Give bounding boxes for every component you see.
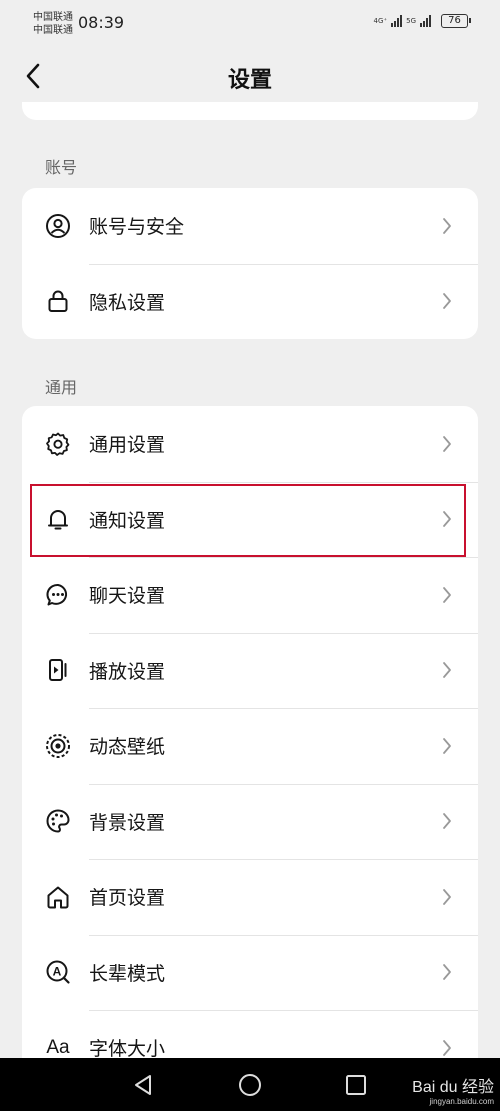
row-homepage-settings[interactable]: 首页设置 [22, 859, 478, 935]
chevron-right-icon [443, 435, 451, 452]
chevron-right-icon [443, 737, 451, 754]
palette-icon [44, 807, 72, 835]
chevron-right-icon [443, 888, 451, 905]
home-icon [44, 883, 72, 911]
signal-bars-1-icon [391, 15, 403, 27]
chevron-right-icon [443, 964, 451, 981]
nav-home-icon[interactable] [237, 1072, 263, 1098]
network-type-2: 5G [406, 16, 416, 25]
row-account-security[interactable]: 账号与安全 [22, 188, 478, 264]
row-label: 背景设置 [89, 811, 166, 834]
row-label: 聊天设置 [89, 585, 166, 608]
row-playback-settings[interactable]: 播放设置 [22, 632, 478, 709]
row-label: 通用设置 [89, 434, 166, 457]
carrier-1: 中国联通 [33, 12, 73, 23]
row-label: 隐私设置 [89, 291, 166, 314]
row-general-settings[interactable]: 通用设置 [22, 406, 478, 482]
row-label: 通知设置 [89, 509, 166, 532]
section-title-general: 通用 [45, 378, 78, 397]
previous-card-edge [22, 102, 478, 120]
row-label: 长辈模式 [89, 962, 166, 985]
system-nav-bar: Bai du 经验 jingyan.baidu.com [0, 1058, 500, 1111]
row-label: 动态壁纸 [89, 736, 166, 759]
nav-bar: 设置 [0, 50, 500, 102]
chevron-right-icon [443, 511, 451, 528]
chat-bubble-icon [44, 581, 72, 609]
elder-mode-icon: A [44, 958, 72, 986]
row-dynamic-wallpaper[interactable]: 动态壁纸 [22, 708, 478, 784]
row-chat-settings[interactable]: 聊天设置 [22, 557, 478, 633]
status-time: 08:39 [78, 13, 125, 32]
chevron-right-icon [443, 217, 451, 234]
row-label: 首页设置 [89, 887, 166, 910]
gear-icon [44, 430, 72, 458]
battery-indicator: 76 [441, 14, 471, 28]
chevron-right-icon [443, 813, 451, 830]
user-circle-icon [44, 212, 72, 240]
row-notification-settings[interactable]: 通知设置 [22, 481, 478, 558]
general-card: 通用设置 通知设置 聊天设置 播放设置 动态壁纸 背景设置 首页设置 A 长辈模… [22, 406, 478, 1058]
row-elder-mode[interactable]: A 长辈模式 [22, 934, 478, 1011]
page-title: 设置 [227, 68, 272, 93]
signal-bars-2-icon [420, 15, 431, 27]
account-card: 账号与安全 隐私设置 [22, 188, 478, 339]
baidu-jingyan-watermark: Bai du 经验 jingyan.baidu.com [412, 1073, 494, 1106]
chevron-right-icon [443, 662, 451, 679]
play-screen-icon [44, 656, 72, 684]
row-label: 播放设置 [89, 660, 166, 683]
row-background-settings[interactable]: 背景设置 [22, 783, 478, 860]
section-title-account: 账号 [45, 158, 78, 177]
bell-icon [44, 505, 72, 533]
svg-text:A: A [53, 965, 62, 979]
signal-indicators: 4G⁺ 5G 76 [373, 14, 471, 28]
chevron-right-icon [443, 1039, 451, 1056]
nav-recents-icon[interactable] [343, 1072, 369, 1098]
font-size-icon: Aa [44, 1034, 72, 1058]
chevron-right-icon [443, 586, 451, 603]
row-privacy-settings[interactable]: 隐私设置 [22, 263, 478, 340]
watermark-url: jingyan.baidu.com [429, 1097, 494, 1106]
nav-back-icon[interactable] [130, 1072, 156, 1098]
watermark-brand: Bai du 经验 [412, 1079, 494, 1096]
network-type-1: 4G⁺ [373, 16, 388, 25]
carrier-2: 中国联通 [33, 25, 73, 36]
row-font-size[interactable]: Aa 字体大小 [22, 1010, 478, 1058]
lock-icon [44, 287, 72, 315]
font-size-glyph: Aa [46, 1036, 70, 1058]
chevron-right-icon [443, 293, 451, 310]
status-bar: 中国联通 中国联通 08:39 4G⁺ 5G 76 [0, 0, 500, 50]
row-label: 账号与安全 [89, 216, 185, 239]
row-label: 字体大小 [89, 1038, 166, 1058]
dynamic-wallpaper-icon [44, 732, 72, 760]
carrier-info: 中国联通 中国联通 [33, 11, 73, 37]
